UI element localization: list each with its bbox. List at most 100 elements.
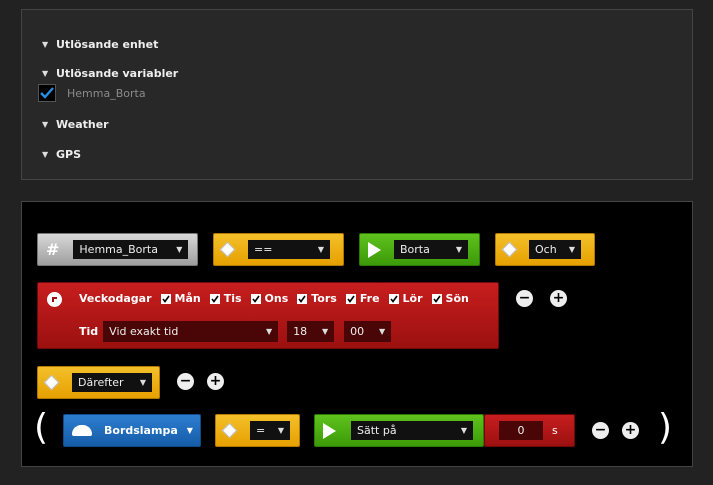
value-select[interactable]: Borta ▼	[394, 240, 468, 259]
hour-value: 18	[293, 325, 308, 338]
diamond-icon	[221, 422, 238, 439]
then-select[interactable]: Därefter ▼	[72, 373, 152, 392]
variable-option-hemma-borta[interactable]: Hemma_Borta	[38, 84, 146, 102]
action-operator-select[interactable]: = ▼	[250, 421, 290, 440]
time-mode-select[interactable]: Vid exakt tid ▼	[103, 321, 279, 342]
close-parenthesis: )	[658, 407, 673, 448]
chevron-down-icon: ▼	[186, 426, 193, 435]
remove-then-button[interactable]: −	[177, 373, 194, 390]
logic-select[interactable]: Och ▼	[529, 240, 581, 259]
device-block[interactable]: Bordslampa ▼	[63, 414, 201, 447]
then-block[interactable]: Därefter ▼	[37, 366, 160, 399]
value-select-value: Borta	[400, 243, 430, 256]
play-icon	[323, 422, 336, 439]
trigger-gps-label: GPS	[56, 148, 82, 161]
time-mode-value: Vid exakt tid	[109, 325, 179, 338]
action-operator-block[interactable]: = ▼	[215, 414, 300, 447]
command-select[interactable]: Sätt på ▼	[351, 421, 473, 440]
trigger-gps-toggle[interactable]: ▼ GPS	[42, 148, 81, 161]
operator-select-value: ==	[254, 243, 273, 256]
action-operator-value: =	[256, 424, 266, 437]
day-thu[interactable]: Tors	[297, 292, 337, 305]
day-label: Ons	[264, 292, 289, 305]
delay-value: 0	[517, 424, 525, 437]
remove-condition-button[interactable]: −	[516, 290, 533, 307]
chevron-down-icon: ▼	[277, 426, 284, 435]
trigger-variables-toggle[interactable]: ▼ Utlösande variabler	[42, 67, 178, 80]
chevron-down-icon: ▼	[42, 69, 49, 78]
chevron-down-icon: ▼	[460, 426, 467, 435]
operator-select[interactable]: == ▼	[248, 240, 330, 259]
variable-select-value: Hemma_Borta	[79, 243, 158, 256]
add-then-button[interactable]: +	[207, 373, 224, 390]
hour-select[interactable]: 18 ▼	[287, 321, 335, 342]
lamp-icon	[72, 425, 92, 436]
open-parenthesis: (	[34, 407, 49, 448]
logic-block[interactable]: Och ▼	[495, 233, 595, 266]
chevron-down-icon: ▼	[139, 378, 146, 387]
weekday-label: Veckodagar	[79, 292, 152, 305]
value-block[interactable]: Borta ▼	[359, 233, 480, 266]
day-tue[interactable]: Tis	[209, 292, 242, 305]
trigger-weather-label: Weather	[56, 118, 109, 131]
operator-block[interactable]: == ▼	[213, 233, 344, 266]
play-icon	[368, 241, 381, 258]
minute-value: 00	[350, 325, 365, 338]
remove-action-button[interactable]: −	[592, 422, 609, 439]
then-select-value: Därefter	[78, 376, 124, 389]
hash-icon: #	[46, 240, 60, 259]
day-checkbox[interactable]	[297, 293, 308, 304]
add-condition-button[interactable]: +	[550, 290, 567, 307]
triggers-panel: ▼ Utlösande enhet ▼ Utlösande variabler …	[21, 9, 693, 180]
day-checkbox[interactable]	[388, 293, 399, 304]
day-label: Tors	[311, 292, 337, 305]
day-label: Fre	[359, 292, 380, 305]
variable-select[interactable]: Hemma_Borta ▼	[73, 240, 189, 259]
day-checkbox[interactable]	[345, 293, 356, 304]
command-select-value: Sätt på	[357, 424, 397, 437]
day-wed[interactable]: Ons	[250, 292, 289, 305]
rule-editor: # Hemma_Borta ▼ == ▼ Borta ▼ Och ▼ Veckodaga…	[21, 201, 693, 467]
trigger-device-toggle[interactable]: ▼ Utlösande enhet	[42, 38, 158, 51]
time-row: Tid Vid exakt tid ▼ 18 ▼ 00 ▼	[79, 321, 392, 342]
day-label: Sön	[445, 292, 469, 305]
chevron-down-icon: ▼	[176, 245, 183, 254]
variable-checkbox[interactable]	[38, 84, 56, 102]
chevron-down-icon: ▼	[317, 245, 324, 254]
diamond-icon	[501, 241, 518, 258]
weekday-row: Veckodagar Mån Tis Ons Tors Fre Lör Sön	[79, 292, 478, 305]
weekday-block: Veckodagar Mån Tis Ons Tors Fre Lör Sön …	[37, 282, 499, 349]
delay-unit: s	[552, 424, 558, 437]
day-sun[interactable]: Sön	[431, 292, 469, 305]
day-checkbox[interactable]	[160, 293, 171, 304]
chevron-down-icon: ▼	[42, 40, 49, 49]
time-label: Tid	[79, 325, 99, 338]
trigger-variables-label: Utlösande variabler	[56, 67, 179, 80]
command-block[interactable]: Sätt på ▼	[314, 414, 484, 447]
trigger-weather-toggle[interactable]: ▼ Weather	[42, 118, 109, 131]
diamond-icon	[43, 374, 60, 391]
day-label: Lör	[402, 292, 423, 305]
day-checkbox[interactable]	[250, 293, 261, 304]
day-checkbox[interactable]	[431, 293, 442, 304]
delay-block: 0 s	[484, 414, 575, 447]
day-label: Tis	[223, 292, 242, 305]
device-label: Bordslampa	[104, 424, 178, 437]
delay-input[interactable]: 0	[499, 421, 543, 440]
logic-select-value: Och	[535, 243, 557, 256]
diamond-icon	[219, 241, 236, 258]
day-mon[interactable]: Mån	[160, 292, 201, 305]
trigger-device-label: Utlösande enhet	[56, 38, 159, 51]
minute-select[interactable]: 00 ▼	[344, 321, 392, 342]
variable-block[interactable]: # Hemma_Borta ▼	[37, 233, 198, 266]
chevron-down-icon: ▼	[322, 327, 329, 336]
variable-option-label: Hemma_Borta	[67, 86, 146, 100]
day-sat[interactable]: Lör	[388, 292, 423, 305]
chevron-down-icon: ▼	[455, 245, 462, 254]
clock-icon	[47, 292, 62, 307]
day-checkbox[interactable]	[209, 293, 220, 304]
day-label: Mån	[174, 292, 201, 305]
add-action-button[interactable]: +	[622, 422, 639, 439]
chevron-down-icon: ▼	[266, 327, 273, 336]
day-fri[interactable]: Fre	[345, 292, 380, 305]
